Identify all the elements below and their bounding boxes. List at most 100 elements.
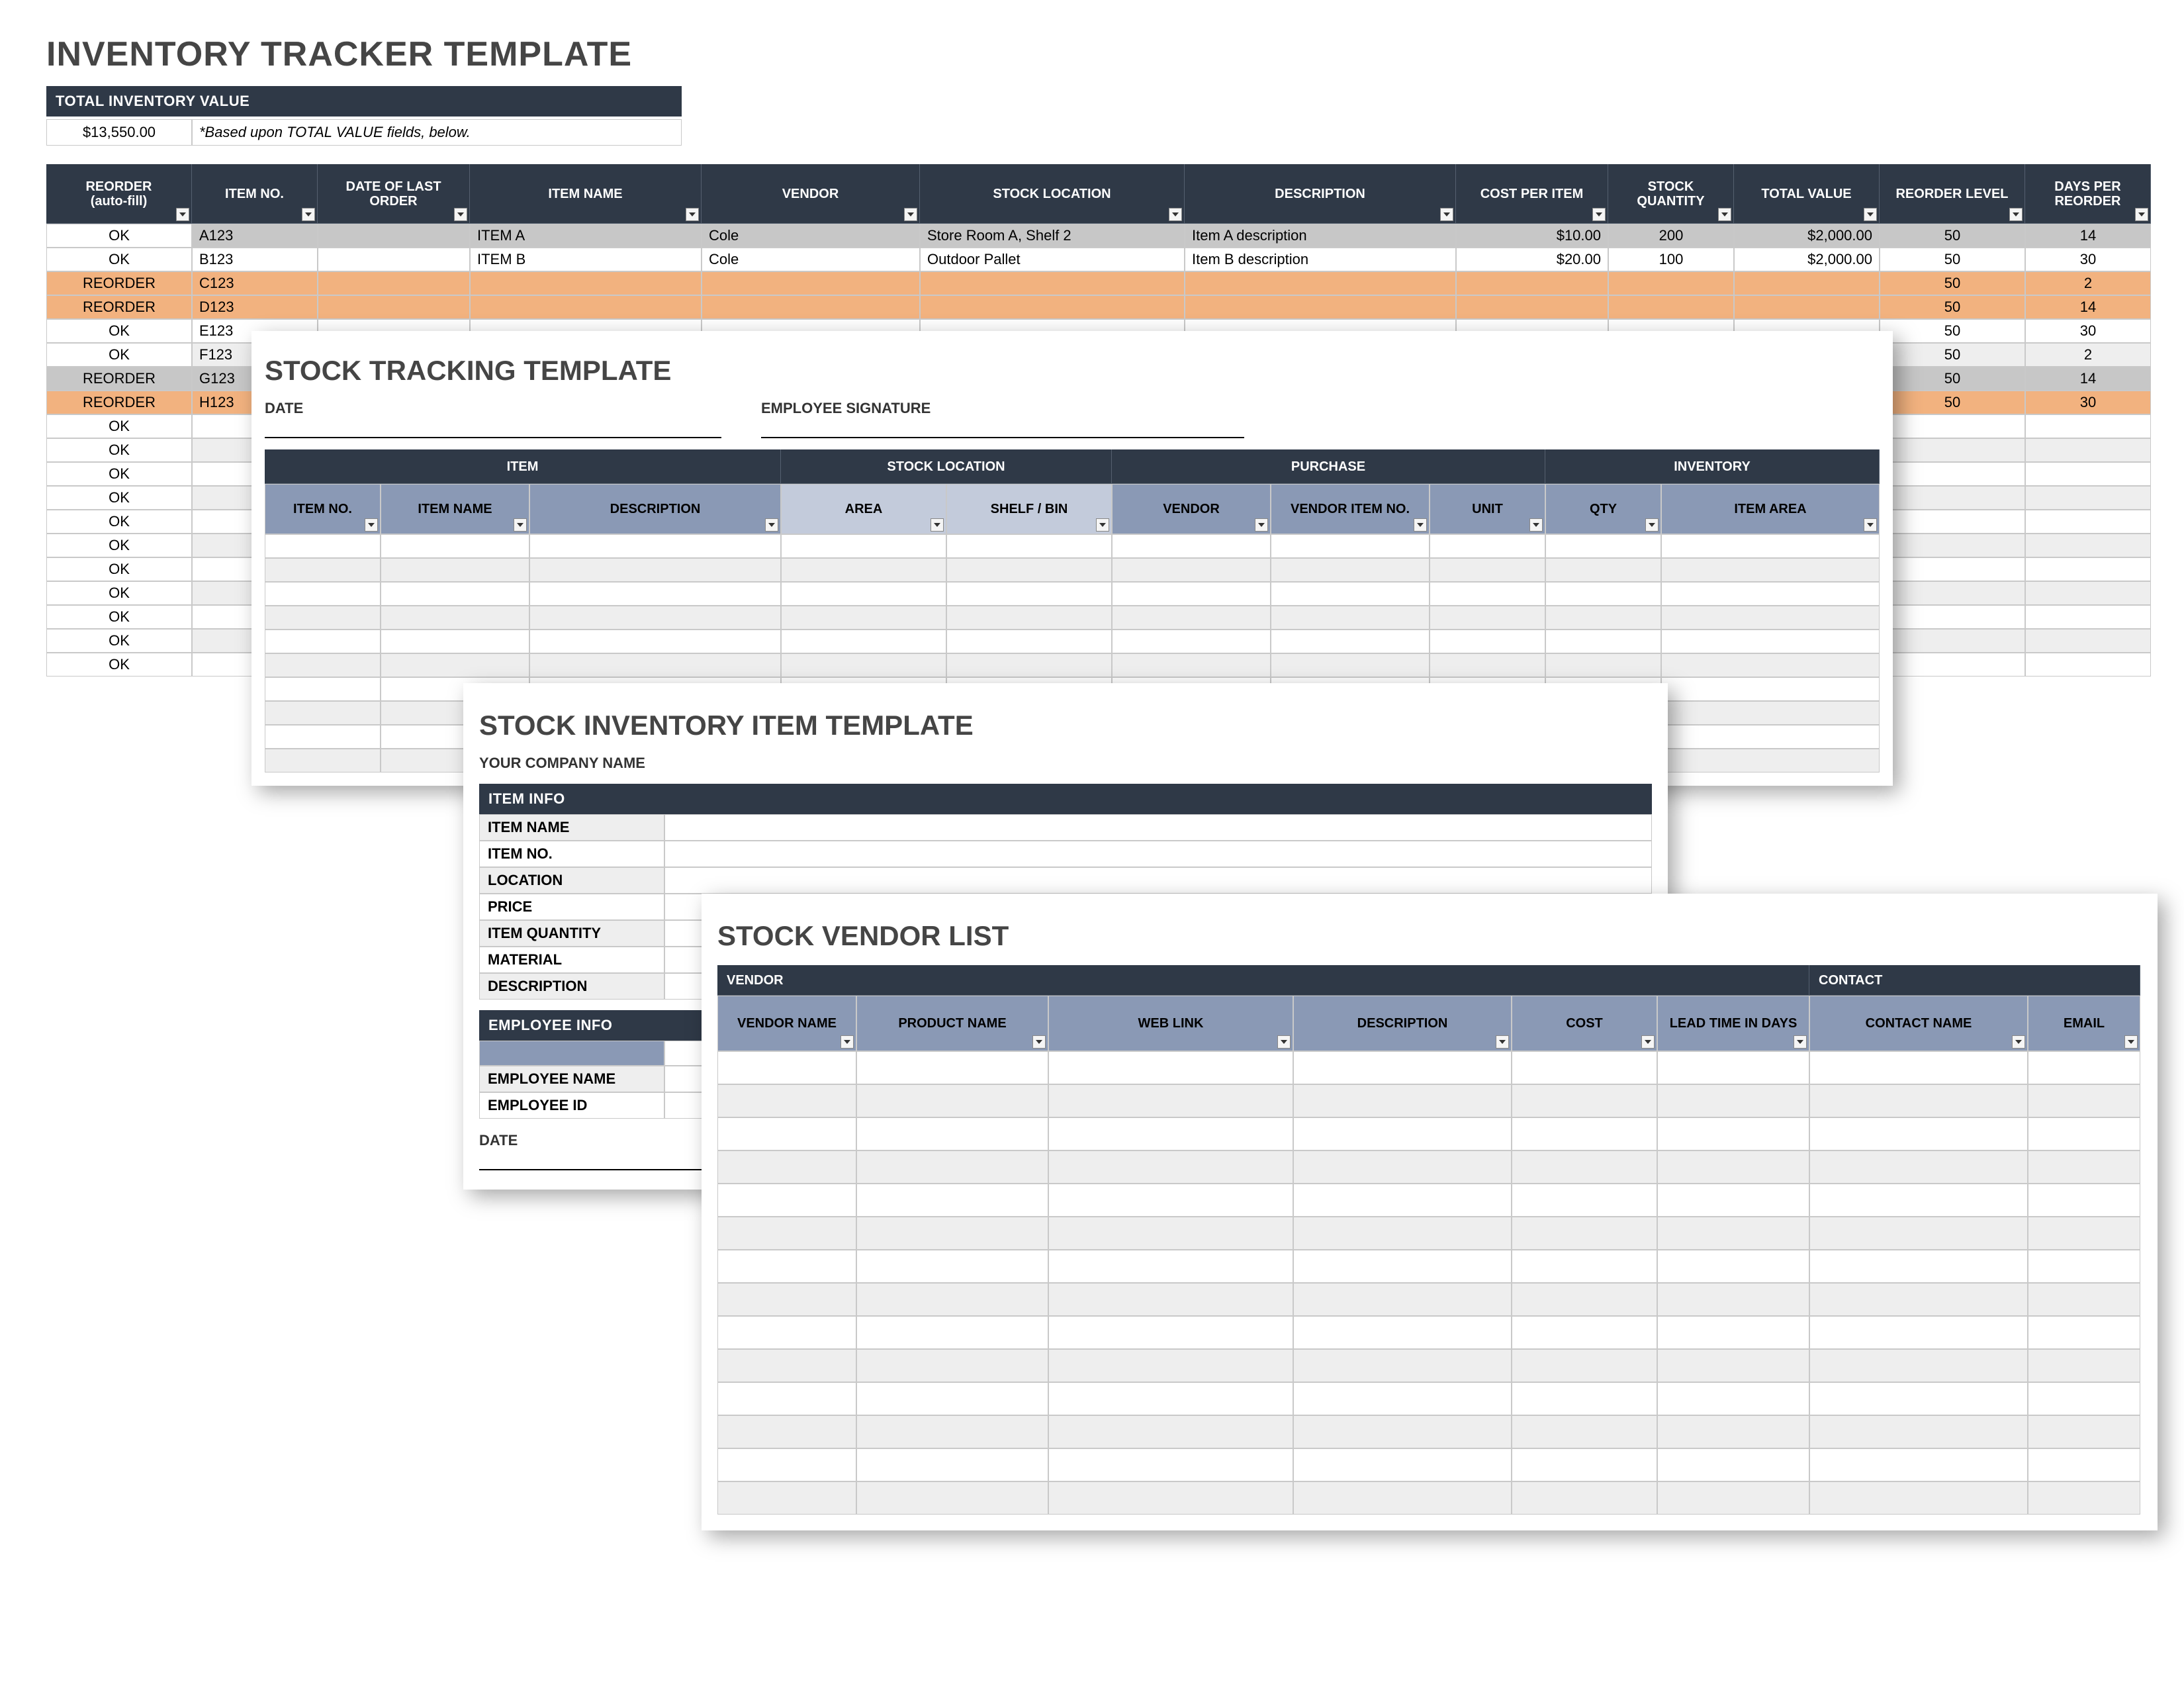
vendor-row[interactable] xyxy=(717,1117,2142,1150)
tracker-row[interactable]: REORDERD1235014 xyxy=(46,295,2151,319)
tracker-cell[interactable] xyxy=(2025,557,2151,581)
tracking-cell[interactable] xyxy=(381,630,529,653)
tracker-cell[interactable]: OK xyxy=(46,462,192,486)
tracking-cell[interactable] xyxy=(529,630,781,653)
tracking-cell[interactable] xyxy=(1661,606,1880,630)
tracker-col-header[interactable]: COST PER ITEM xyxy=(1456,164,1608,224)
vendor-cell[interactable] xyxy=(856,1481,1048,1515)
vendor-cell[interactable] xyxy=(1809,1217,2028,1250)
tracker-cell[interactable]: B123 xyxy=(192,248,318,271)
vendor-cell[interactable] xyxy=(2028,1117,2140,1150)
tracker-cell[interactable]: OK xyxy=(46,438,192,462)
tracking-cell[interactable] xyxy=(1430,630,1545,653)
filter-dropdown-icon[interactable] xyxy=(931,518,944,532)
tracker-cell[interactable]: OK xyxy=(46,224,192,248)
vendor-row[interactable] xyxy=(717,1316,2142,1349)
filter-dropdown-icon[interactable] xyxy=(1529,518,1543,532)
vendor-row[interactable] xyxy=(717,1448,2142,1481)
filter-dropdown-icon[interactable] xyxy=(1794,1035,1807,1049)
filter-dropdown-icon[interactable] xyxy=(1096,518,1109,532)
tracking-cell[interactable] xyxy=(1112,558,1271,582)
stockitem-field-row[interactable]: ITEM NAME xyxy=(479,814,1652,841)
tracking-cell[interactable] xyxy=(946,558,1112,582)
filter-dropdown-icon[interactable] xyxy=(1641,1035,1655,1049)
vendor-cell[interactable] xyxy=(1657,1316,1809,1349)
vendor-cell[interactable] xyxy=(1293,1250,1512,1283)
tracking-row[interactable] xyxy=(265,582,1880,606)
stockitem-field-value[interactable] xyxy=(664,841,1652,867)
tracker-cell[interactable]: REORDER xyxy=(46,271,192,295)
tracker-cell[interactable] xyxy=(1880,581,2025,605)
tracking-cell[interactable] xyxy=(1661,677,1880,701)
tracker-cell[interactable]: D123 xyxy=(192,295,318,319)
vendor-cell[interactable] xyxy=(1809,1283,2028,1316)
tracking-cell[interactable] xyxy=(1545,534,1661,558)
tracking-cell[interactable] xyxy=(946,653,1112,677)
vendor-cell[interactable] xyxy=(1048,1150,1293,1184)
tracking-cell[interactable] xyxy=(381,558,529,582)
tracker-cell[interactable]: 14 xyxy=(2025,295,2151,319)
tracker-cell[interactable]: 30 xyxy=(2025,391,2151,414)
vendor-cell[interactable] xyxy=(856,1150,1048,1184)
tracking-cell[interactable] xyxy=(1430,653,1545,677)
tracker-col-header[interactable]: STOCK LOCATION xyxy=(920,164,1185,224)
tracking-cell[interactable] xyxy=(265,606,381,630)
filter-dropdown-icon[interactable] xyxy=(2135,208,2148,221)
vendor-cell[interactable] xyxy=(1048,1250,1293,1283)
tracking-cell[interactable] xyxy=(781,558,946,582)
vendor-cell[interactable] xyxy=(2028,1415,2140,1448)
tracking-col-header[interactable]: SHELF / BIN xyxy=(946,484,1112,534)
vendor-row[interactable] xyxy=(717,1349,2142,1382)
tracker-cell[interactable] xyxy=(318,271,470,295)
filter-dropdown-icon[interactable] xyxy=(454,208,467,221)
tracker-cell[interactable]: REORDER xyxy=(46,295,192,319)
tracker-cell[interactable] xyxy=(470,271,702,295)
tracker-cell[interactable]: OK xyxy=(46,510,192,534)
vendor-cell[interactable] xyxy=(1293,1415,1512,1448)
vendor-cell[interactable] xyxy=(1048,1283,1293,1316)
vendor-cell[interactable] xyxy=(717,1084,856,1117)
vendor-cell[interactable] xyxy=(1512,1415,1657,1448)
tracking-row[interactable] xyxy=(265,558,1880,582)
vendor-cell[interactable] xyxy=(1048,1316,1293,1349)
vendor-cell[interactable] xyxy=(1809,1084,2028,1117)
tracker-col-header[interactable]: REORDER LEVEL xyxy=(1880,164,2025,224)
tracking-cell[interactable] xyxy=(381,582,529,606)
tracking-row[interactable] xyxy=(265,630,1880,653)
tracking-cell[interactable] xyxy=(1271,582,1430,606)
tracker-cell[interactable] xyxy=(318,295,470,319)
vendor-cell[interactable] xyxy=(856,1250,1048,1283)
tracking-cell[interactable] xyxy=(1661,725,1880,749)
tracker-cell[interactable]: $2,000.00 xyxy=(1734,248,1880,271)
tracker-cell[interactable] xyxy=(2025,438,2151,462)
vendor-cell[interactable] xyxy=(1293,1316,1512,1349)
tracker-cell[interactable] xyxy=(1456,295,1608,319)
vendor-cell[interactable] xyxy=(717,1217,856,1250)
vendor-row[interactable] xyxy=(717,1283,2142,1316)
tracking-col-header[interactable]: ITEM NAME xyxy=(381,484,529,534)
tracker-cell[interactable] xyxy=(2025,414,2151,438)
vendor-cell[interactable] xyxy=(717,1382,856,1415)
vendor-cell[interactable] xyxy=(717,1349,856,1382)
tracker-cell[interactable] xyxy=(1880,462,2025,486)
vendor-cell[interactable] xyxy=(1048,1051,1293,1084)
tracker-cell[interactable] xyxy=(2025,486,2151,510)
tracking-row[interactable] xyxy=(265,653,1880,677)
tracker-cell[interactable]: OK xyxy=(46,486,192,510)
tracking-signature-field[interactable] xyxy=(761,417,1244,438)
tracker-cell[interactable] xyxy=(1880,510,2025,534)
vendor-cell[interactable] xyxy=(1293,1084,1512,1117)
vendor-cell[interactable] xyxy=(1809,1117,2028,1150)
tracking-cell[interactable] xyxy=(1661,749,1880,773)
tracker-cell[interactable] xyxy=(2025,510,2151,534)
filter-dropdown-icon[interactable] xyxy=(1440,208,1453,221)
tracker-cell[interactable] xyxy=(1880,486,2025,510)
vendor-cell[interactable] xyxy=(856,1283,1048,1316)
filter-dropdown-icon[interactable] xyxy=(1864,208,1877,221)
vendor-cell[interactable] xyxy=(1048,1184,1293,1217)
filter-dropdown-icon[interactable] xyxy=(1864,518,1877,532)
tracker-cell[interactable] xyxy=(470,295,702,319)
tracker-cell[interactable] xyxy=(1880,414,2025,438)
vendor-cell[interactable] xyxy=(1293,1448,1512,1481)
tracking-cell[interactable] xyxy=(1430,582,1545,606)
